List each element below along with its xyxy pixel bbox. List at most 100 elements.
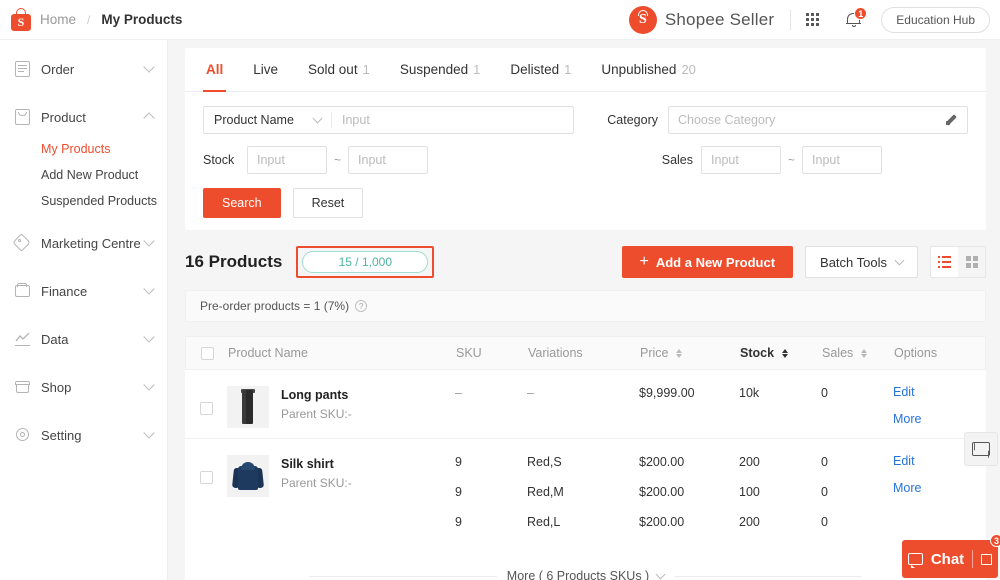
column-price[interactable]: Price (640, 346, 740, 360)
sales-max-input[interactable]: Input (802, 146, 882, 174)
product-box-icon (14, 108, 32, 126)
category-input[interactable]: Choose Category (668, 106, 968, 134)
product-name-search-group[interactable]: Product Name Input (203, 106, 574, 134)
tab-delisted[interactable]: Delisted 1 (495, 48, 586, 92)
variant-sku: 9 (455, 485, 527, 515)
row-checkbox[interactable] (200, 402, 213, 415)
sales-label: Sales (657, 153, 693, 167)
sidebar-item-marketing-centre[interactable]: Marketing Centre (0, 224, 167, 262)
top-bar: S Home / My Products S Shopee Seller (0, 0, 1000, 40)
table-header-row: Product Name SKU Variations Price Stock … (185, 336, 986, 370)
edit-link[interactable]: Edit (893, 386, 986, 400)
chat-button[interactable]: Chat 3 (902, 540, 998, 578)
variant-name: Red,L (527, 515, 639, 545)
breadcrumb-separator: / (87, 13, 90, 27)
stock-max-input[interactable]: Input (348, 146, 428, 174)
more-link[interactable]: More (893, 413, 986, 427)
plus-icon: + (640, 254, 649, 270)
tab-sold-out[interactable]: Sold out 1 (293, 48, 385, 92)
expand-more-skus-row[interactable]: More ( 6 Products SKUs ) (185, 555, 986, 580)
chat-label: Chat (931, 551, 964, 568)
more-link[interactable]: More (893, 482, 986, 496)
shopee-logo-icon[interactable]: S (10, 8, 32, 32)
breadcrumb-home[interactable]: Home (40, 12, 76, 27)
chat-divider (972, 550, 973, 568)
variant-sku: 9 (455, 455, 527, 485)
stock-min-input[interactable]: Input (247, 146, 327, 174)
sidebar-item-product[interactable]: Product (0, 98, 167, 136)
search-field-select[interactable]: Product Name (204, 113, 314, 127)
sidebar-label-marketing-centre: Marketing Centre (41, 236, 145, 251)
feedback-button[interactable] (964, 432, 998, 466)
stock-cell: 10k (739, 386, 821, 428)
variant-price: $200.00 (639, 455, 739, 485)
sales-cell: 0 0 0 (821, 455, 893, 545)
sales-min-input[interactable]: Input (701, 146, 781, 174)
price-cell: $9,999.00 (639, 386, 739, 428)
breadcrumb-current: My Products (101, 12, 182, 27)
column-sales[interactable]: Sales (822, 346, 894, 360)
stock-min-placeholder: Input (257, 153, 285, 167)
more-skus-toggle[interactable]: More ( 6 Products SKUs ) (507, 569, 664, 580)
shopee-seller-brand[interactable]: S Shopee Seller (629, 6, 790, 34)
sidebar-item-add-new-product[interactable]: Add New Product (0, 162, 167, 188)
column-stock[interactable]: Stock (740, 346, 822, 360)
sidebar-label-order: Order (41, 62, 145, 77)
list-view-button[interactable] (931, 247, 958, 277)
sidebar-item-order[interactable]: Order (0, 50, 167, 88)
tab-all[interactable]: All (191, 48, 238, 92)
sku-cell: – (455, 386, 527, 428)
sales-range-separator: ~ (788, 153, 795, 167)
sidebar-item-suspended-products[interactable]: Suspended Products (0, 188, 167, 214)
sidebar-item-shop[interactable]: Shop (0, 368, 167, 406)
search-keyword-input[interactable]: Input (332, 113, 573, 127)
sidebar-label-finance: Finance (41, 284, 145, 299)
education-hub-button[interactable]: Education Hub (881, 7, 990, 33)
product-name[interactable]: Long pants (281, 386, 352, 405)
sidebar-label-product: Product (41, 110, 145, 125)
stock-label: Stock (203, 153, 239, 167)
sales-min-placeholder: Input (711, 153, 739, 167)
envelope-feedback-icon (972, 442, 990, 456)
tab-suspended[interactable]: Suspended 1 (385, 48, 496, 92)
batch-tools-button[interactable]: Batch Tools (805, 246, 918, 278)
notification-badge: 1 (854, 7, 867, 20)
variant-sales: 0 (821, 515, 893, 545)
chart-icon (14, 330, 32, 348)
sort-icon (861, 349, 867, 358)
sidebar-item-setting[interactable]: Setting (0, 416, 167, 454)
column-sku: SKU (456, 346, 528, 360)
preorder-notice-text: Pre-order products = 1 (7%) (200, 299, 349, 313)
select-all-cell (186, 347, 228, 360)
notifications-button[interactable]: 1 (833, 0, 875, 40)
sidebar-label-data: Data (41, 332, 145, 347)
tab-live[interactable]: Live (238, 48, 293, 92)
sidebar-item-finance[interactable]: Finance (0, 272, 167, 310)
pencil-icon[interactable] (944, 113, 958, 127)
chevron-down-icon (143, 61, 154, 72)
top-bar-right: S Shopee Seller 1 Education Hub (629, 0, 1000, 39)
sales-cell: 0 (821, 386, 893, 428)
question-mark-icon[interactable]: ? (355, 300, 367, 312)
tab-unpublished[interactable]: Unpublished 20 (586, 48, 711, 92)
reset-button[interactable]: Reset (293, 188, 364, 218)
row-select-cell (185, 455, 227, 545)
expand-icon[interactable] (981, 554, 992, 565)
select-all-checkbox[interactable] (201, 347, 214, 360)
tab-sold-out-count: 1 (363, 62, 370, 77)
search-button[interactable]: Search (203, 188, 281, 218)
product-name[interactable]: Silk shirt (281, 455, 352, 474)
add-new-product-button[interactable]: + Add a New Product (622, 246, 794, 278)
sidebar-nav: Order Product My Products Add New Produc… (0, 40, 168, 580)
filter-panel: All Live Sold out 1 Suspended 1 Delisted… (185, 48, 986, 230)
product-quota-badge[interactable]: 15 / 1,000 (302, 251, 428, 273)
sidebar-item-my-products[interactable]: My Products (0, 136, 167, 162)
grid-view-button[interactable] (958, 247, 985, 277)
variant-stock: 100 (739, 485, 821, 515)
sidebar-item-data[interactable]: Data (0, 320, 167, 358)
tab-sold-out-label: Sold out (308, 62, 358, 77)
apps-grid-button[interactable] (791, 0, 833, 40)
row-checkbox[interactable] (200, 471, 213, 484)
product-thumbnail[interactable] (227, 386, 269, 428)
product-thumbnail[interactable] (227, 455, 269, 497)
